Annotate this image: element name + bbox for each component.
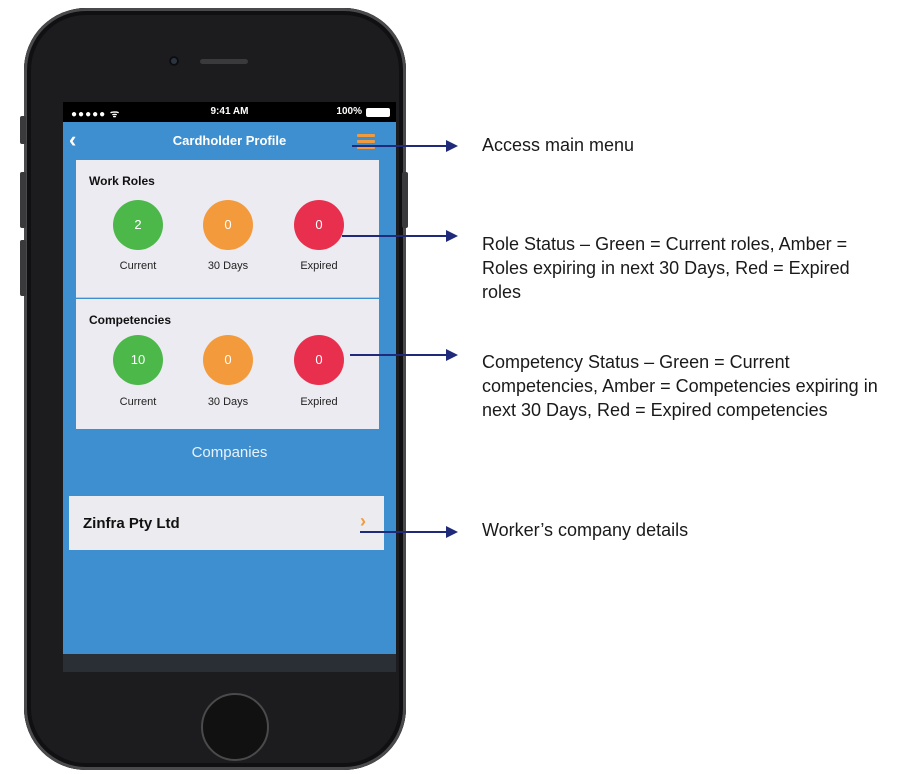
- companies-heading: Companies: [191, 444, 268, 461]
- battery-icon: [366, 108, 390, 117]
- expired-competencies-badge[interactable]: 0: [294, 335, 344, 385]
- expired-roles-label: Expired: [300, 260, 338, 272]
- phone-frame: ●●●●● ᯤ 9:41 AM 100% ‹ Cardholder Profil…: [24, 8, 406, 770]
- competencies-annotation: Competency Status – Green = Current comp…: [482, 352, 878, 420]
- current-competencies-label: Current: [119, 396, 157, 408]
- company-annotation: Worker’s company details: [482, 520, 689, 540]
- current-roles-badge[interactable]: 2: [113, 200, 163, 250]
- current-competencies-badge[interactable]: 10: [113, 335, 163, 385]
- roles-annotation: Role Status – Green = Current roles, Amb…: [482, 234, 850, 302]
- screen-bottom-bar: [63, 654, 396, 672]
- work-roles-card: Work Roles 2 Current 0 30 Days 0 Expired: [76, 160, 379, 298]
- speaker-grille: [200, 59, 248, 64]
- nav-bar: ‹ Cardholder Profile: [63, 122, 396, 160]
- power-button: [402, 172, 408, 228]
- expiring-roles-badge[interactable]: 0: [203, 200, 253, 250]
- camera-icon: [169, 56, 179, 66]
- page-title: Cardholder Profile: [172, 133, 287, 148]
- volume-up-button: [20, 172, 26, 228]
- company-list-item[interactable]: Zinfra Pty Ltd ›: [69, 496, 384, 550]
- battery-percent: 100%: [336, 106, 362, 117]
- menu-annotation: Access main menu: [482, 135, 635, 155]
- competencies-card: Competencies 10 Current 0 30 Days 0 Expi…: [76, 299, 379, 429]
- menu-annotation-arrow: [352, 140, 458, 152]
- expiring-roles-label: 30 Days: [207, 260, 249, 272]
- expired-roles-badge[interactable]: 0: [294, 200, 344, 250]
- current-roles-label: Current: [119, 260, 157, 272]
- mute-switch: [20, 116, 26, 144]
- roles-annotation-arrow: [342, 230, 458, 242]
- competencies-annotation-arrow: [350, 349, 458, 361]
- volume-down-button: [20, 240, 26, 296]
- status-bar: ●●●●● ᯤ 9:41 AM 100%: [63, 102, 396, 122]
- work-roles-heading: Work Roles: [89, 174, 155, 188]
- company-annotation-arrow: [360, 526, 458, 538]
- expiring-competencies-label: 30 Days: [207, 396, 249, 408]
- chevron-right-icon: ›: [360, 511, 366, 531]
- company-name: Zinfra Pty Ltd: [83, 515, 180, 532]
- expired-competencies-label: Expired: [300, 396, 338, 408]
- competencies-heading: Competencies: [89, 313, 172, 327]
- phone-screen: ●●●●● ᯤ 9:41 AM 100% ‹ Cardholder Profil…: [63, 102, 396, 672]
- expiring-competencies-badge[interactable]: 0: [203, 335, 253, 385]
- home-button[interactable]: [201, 693, 269, 761]
